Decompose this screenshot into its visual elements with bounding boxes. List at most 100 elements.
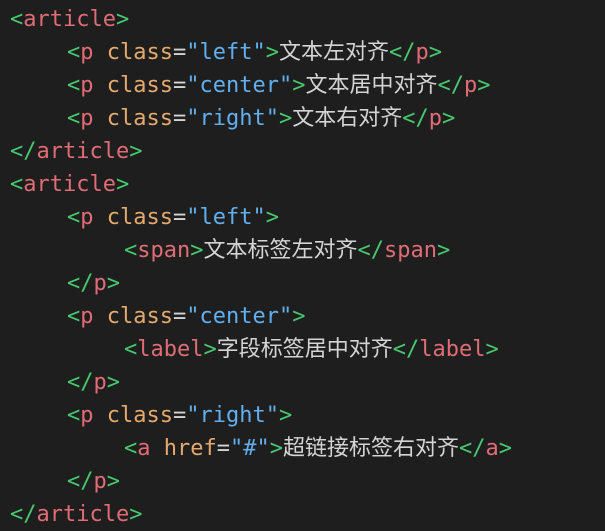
tag-bracket: </ xyxy=(392,337,420,362)
tag-bracket: > xyxy=(292,304,306,329)
tag-bracket: </ xyxy=(67,370,94,395)
tag-name: label xyxy=(137,337,204,362)
text-content xyxy=(94,106,107,131)
attribute-value: "#" xyxy=(229,436,270,461)
code-line: <p class="right">文本右对齐</p> xyxy=(10,102,605,135)
text-content xyxy=(151,436,164,461)
tag-name: p xyxy=(93,469,107,494)
attribute-equals: = xyxy=(172,40,187,65)
attribute-value: "left" xyxy=(186,40,266,65)
code-line: <a href="#">超链接标签右对齐</a> xyxy=(10,432,605,465)
tag-bracket: > xyxy=(436,238,451,263)
tag-bracket: > xyxy=(265,205,279,230)
tag-name: p xyxy=(80,106,94,131)
tag-bracket: < xyxy=(124,337,138,362)
attribute-name: class xyxy=(106,40,173,65)
code-line: <p class="left"> xyxy=(10,201,605,234)
attribute-name: class xyxy=(106,73,173,98)
text-content: 文本标签左对齐 xyxy=(203,238,358,263)
text-content xyxy=(94,304,107,329)
tag-name: span xyxy=(137,238,191,263)
code-line: <article> xyxy=(10,3,605,36)
tag-name: p xyxy=(93,271,107,296)
attribute-equals: = xyxy=(172,304,187,329)
tag-bracket: > xyxy=(498,436,512,461)
tag-name: label xyxy=(419,337,486,362)
code-line: </p> xyxy=(10,267,605,300)
attribute-name: href xyxy=(163,436,217,461)
code-line: </article> xyxy=(10,498,605,531)
tag-bracket: </ xyxy=(437,73,464,98)
tag-name: article xyxy=(36,139,130,164)
tag-bracket: </ xyxy=(10,139,37,164)
attribute-value: "right" xyxy=(186,403,279,428)
tag-name: p xyxy=(80,40,94,65)
tag-bracket: < xyxy=(10,7,24,32)
tag-bracket: </ xyxy=(67,469,94,494)
code-line: </p> xyxy=(10,465,605,498)
tag-bracket: > xyxy=(129,502,143,527)
tag-bracket: > xyxy=(269,436,283,461)
tag-bracket: < xyxy=(124,436,138,461)
tag-name: a xyxy=(137,436,151,461)
tag-bracket: < xyxy=(67,73,81,98)
tag-bracket: > xyxy=(106,469,120,494)
attribute-value: "right" xyxy=(186,106,279,131)
tag-bracket: </ xyxy=(402,106,429,131)
tag-name: span xyxy=(384,238,437,263)
code-line: <article> xyxy=(10,168,605,201)
text-content xyxy=(94,205,107,230)
text-content xyxy=(94,40,107,65)
text-content: 文本右对齐 xyxy=(292,106,403,131)
tag-bracket: > xyxy=(106,370,120,395)
attribute-name: class xyxy=(106,403,173,428)
tag-bracket: > xyxy=(428,40,442,65)
tag-name: p xyxy=(93,370,107,395)
attribute-equals: = xyxy=(172,403,187,428)
tag-bracket: < xyxy=(10,172,24,197)
code-line: <span>文本标签左对齐</span> xyxy=(10,234,605,267)
attribute-equals: = xyxy=(216,436,230,461)
text-content: 超链接标签右对齐 xyxy=(282,436,459,461)
text-content xyxy=(94,403,107,428)
code-line: </article> xyxy=(10,135,605,168)
tag-name: p xyxy=(80,304,94,329)
tag-bracket: < xyxy=(67,304,81,329)
text-content: 字段标签居中对齐 xyxy=(216,337,393,362)
tag-bracket: </ xyxy=(357,238,385,263)
tag-bracket: > xyxy=(441,106,456,131)
attribute-name: class xyxy=(106,106,173,131)
code-line: <label>字段标签居中对齐</label> xyxy=(10,333,605,366)
tag-bracket: > xyxy=(190,238,204,263)
tag-bracket: < xyxy=(67,40,81,65)
tag-name: p xyxy=(80,205,94,230)
tag-bracket: < xyxy=(67,205,81,230)
tag-bracket: < xyxy=(67,106,81,131)
tag-name: p xyxy=(463,73,478,98)
code-editor[interactable]: <article> <p class="left">文本左对齐</p> <p cla… xyxy=(0,0,605,531)
tag-bracket: > xyxy=(115,7,130,32)
attribute-equals: = xyxy=(172,106,187,131)
attribute-equals: = xyxy=(172,205,187,230)
tag-bracket: > xyxy=(278,106,293,131)
attribute-equals: = xyxy=(172,73,187,98)
tag-bracket: > xyxy=(292,73,306,98)
code-line: <p class="right"> xyxy=(10,399,605,432)
tag-bracket: > xyxy=(203,337,217,362)
tag-name: p xyxy=(415,40,429,65)
tag-bracket: </ xyxy=(67,271,94,296)
tag-name: article xyxy=(36,502,130,527)
attribute-value: "left" xyxy=(186,205,266,230)
tag-bracket: </ xyxy=(459,436,486,461)
text-content: 文本居中对齐 xyxy=(305,73,438,98)
tag-name: p xyxy=(80,73,94,98)
tag-name: p xyxy=(80,403,94,428)
tag-name: article xyxy=(23,7,116,32)
attribute-name: class xyxy=(106,205,173,230)
tag-bracket: < xyxy=(124,238,138,263)
tag-bracket: > xyxy=(477,73,491,98)
tag-bracket: > xyxy=(115,172,130,197)
tag-bracket: > xyxy=(265,40,279,65)
tag-bracket: > xyxy=(485,337,499,362)
tag-name: article xyxy=(23,172,116,197)
